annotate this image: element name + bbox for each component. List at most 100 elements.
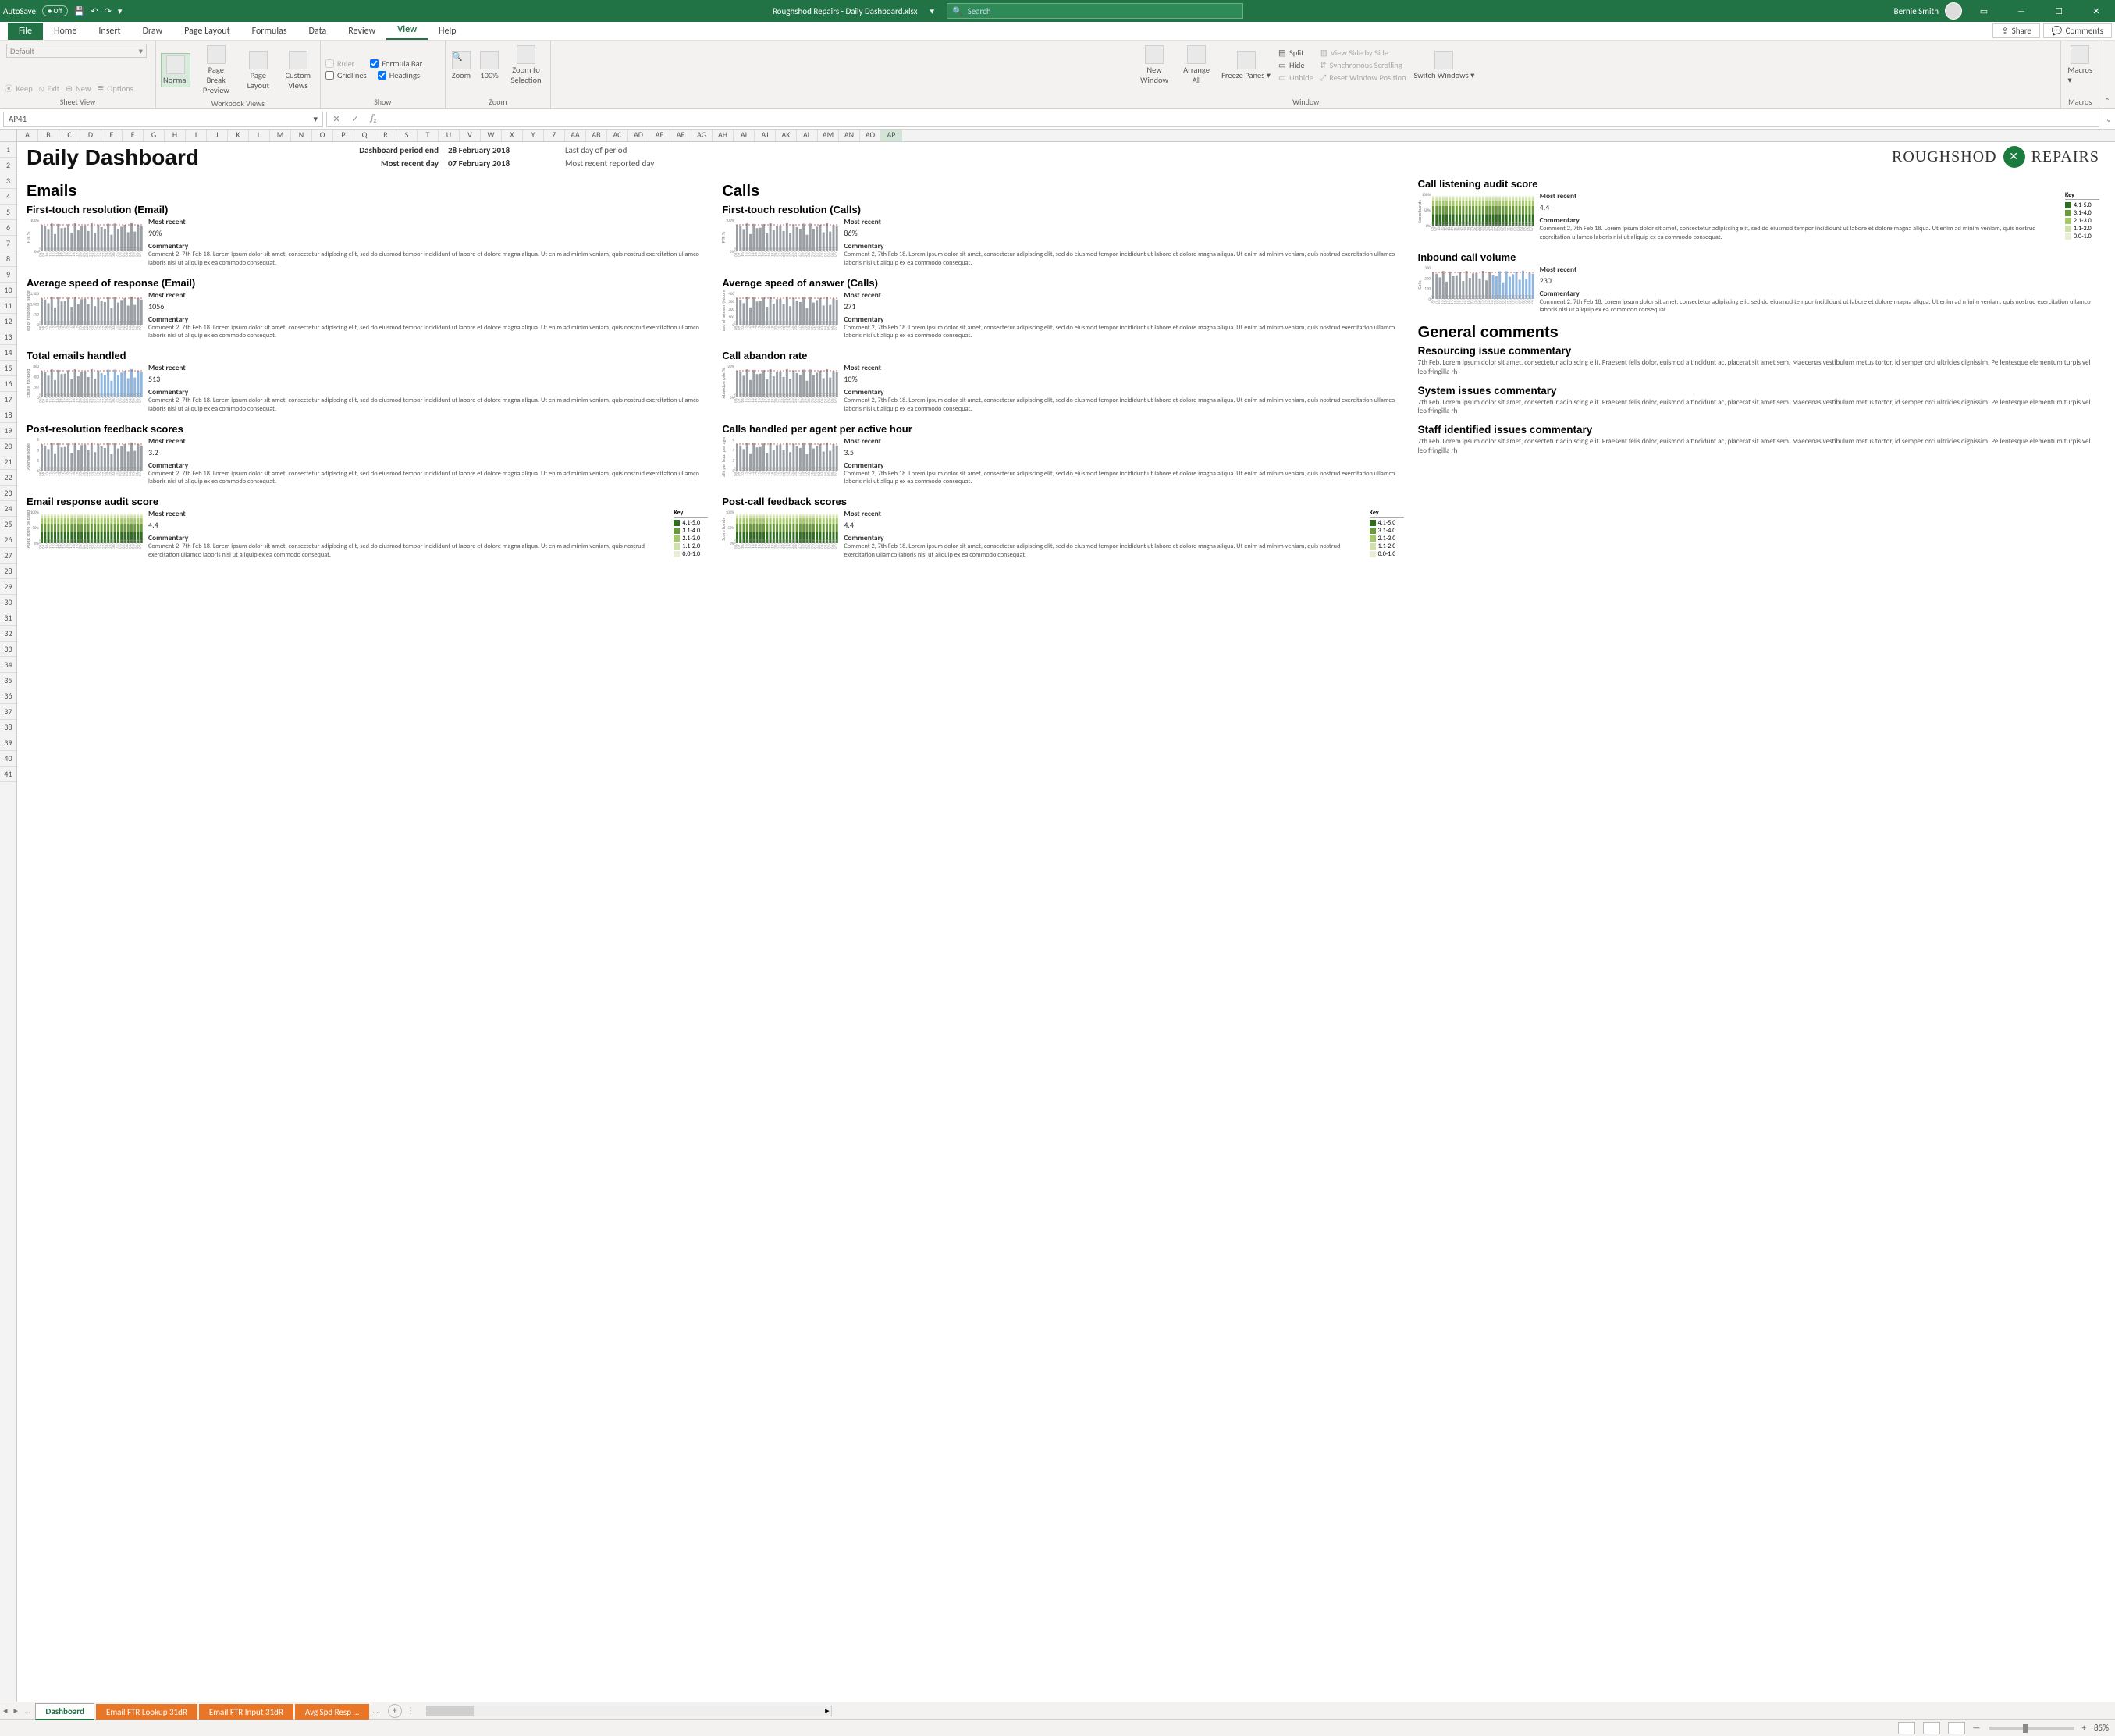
row-13[interactable]: 13	[0, 329, 16, 345]
col-V[interactable]: V	[460, 130, 481, 141]
save-icon[interactable]: 💾	[74, 6, 85, 16]
autosave-toggle[interactable]: ● Off	[42, 5, 68, 16]
sheet-tab-dashboard[interactable]: Dashboard	[35, 1703, 94, 1720]
macros-button[interactable]: Macros▾	[2066, 44, 2094, 87]
row-31[interactable]: 31	[0, 610, 16, 626]
tab-page-layout[interactable]: Page Layout	[173, 23, 240, 40]
row-17[interactable]: 17	[0, 392, 16, 407]
close-icon[interactable]: ✕	[2081, 0, 2112, 22]
row-12[interactable]: 12	[0, 314, 16, 329]
row-headers[interactable]: 1234567891011121314151617181920212223242…	[0, 142, 17, 1702]
tab-formulas[interactable]: Formulas	[241, 23, 298, 40]
row-25[interactable]: 25	[0, 517, 16, 532]
custom-views-button[interactable]: Custom Views	[281, 49, 315, 92]
col-S[interactable]: S	[396, 130, 418, 141]
sheet-view-default-dropdown[interactable]: Default▾	[6, 44, 147, 58]
col-F[interactable]: F	[123, 130, 144, 141]
col-O[interactable]: O	[312, 130, 333, 141]
row-29[interactable]: 29	[0, 579, 16, 595]
col-AF[interactable]: AF	[670, 130, 691, 141]
sheet-tab-ftr-lookup[interactable]: Email FTR Lookup 31dR	[96, 1704, 197, 1720]
row-33[interactable]: 33	[0, 642, 16, 657]
redo-icon[interactable]: ↷	[105, 6, 112, 16]
name-box[interactable]: AP41▾	[3, 112, 323, 127]
tab-data[interactable]: Data	[298, 23, 338, 40]
search-box[interactable]: 🔍 Search	[947, 3, 1243, 19]
maximize-icon[interactable]: ☐	[2043, 0, 2074, 22]
page-break-preview-button[interactable]: Page Break Preview	[197, 44, 236, 97]
row-5[interactable]: 5	[0, 205, 16, 220]
col-W[interactable]: W	[481, 130, 502, 141]
col-AL[interactable]: AL	[797, 130, 818, 141]
col-AM[interactable]: AM	[818, 130, 839, 141]
col-D[interactable]: D	[80, 130, 101, 141]
tab-help[interactable]: Help	[428, 23, 467, 40]
view-page-layout-icon[interactable]	[1923, 1722, 1940, 1734]
sheet-tab-overflow[interactable]: …	[369, 1706, 382, 1716]
row-3[interactable]: 3	[0, 173, 16, 189]
col-N[interactable]: N	[291, 130, 312, 141]
view-normal-icon[interactable]	[1898, 1722, 1915, 1734]
zoom-out-icon[interactable]: —	[1973, 1723, 1981, 1733]
arrange-all-button[interactable]: Arrange All	[1179, 44, 1214, 87]
col-T[interactable]: T	[418, 130, 439, 141]
tab-home[interactable]: Home	[43, 23, 87, 40]
col-X[interactable]: X	[502, 130, 523, 141]
tab-view[interactable]: View	[386, 21, 428, 40]
normal-view-button[interactable]: Normal	[161, 53, 190, 87]
row-6[interactable]: 6	[0, 220, 16, 236]
collapse-ribbon-icon[interactable]: ˄	[2099, 41, 2115, 108]
select-all-corner[interactable]	[0, 130, 17, 142]
col-R[interactable]: R	[375, 130, 396, 141]
col-AO[interactable]: AO	[860, 130, 881, 141]
col-E[interactable]: E	[101, 130, 123, 141]
row-11[interactable]: 11	[0, 298, 16, 314]
comments-button[interactable]: 💬Comments	[2043, 23, 2112, 38]
zoom-to-selection-button[interactable]: Zoom to Selection	[507, 44, 546, 87]
row-41[interactable]: 41	[0, 767, 16, 782]
sheet-nav-prev-icon[interactable]: ◂	[0, 1706, 11, 1716]
formula-bar-checkbox[interactable]: Formula Bar	[370, 58, 422, 69]
sheet-nav-more[interactable]: ...	[21, 1706, 34, 1716]
zoom-button[interactable]: 🔍Zoom	[450, 49, 472, 82]
expand-formula-bar-icon[interactable]: ⌄	[2103, 114, 2115, 124]
row-21[interactable]: 21	[0, 454, 16, 470]
col-P[interactable]: P	[333, 130, 354, 141]
col-AK[interactable]: AK	[776, 130, 797, 141]
row-2[interactable]: 2	[0, 158, 16, 173]
col-AP[interactable]: AP	[881, 130, 902, 141]
zoom-in-icon[interactable]: +	[2082, 1723, 2086, 1733]
switch-windows-button[interactable]: Switch Windows ▾	[1413, 49, 1477, 82]
row-38[interactable]: 38	[0, 720, 16, 735]
row-36[interactable]: 36	[0, 688, 16, 704]
minimize-icon[interactable]: —	[2006, 0, 2037, 22]
col-Q[interactable]: Q	[354, 130, 375, 141]
fx-icon[interactable]: fx	[364, 112, 383, 125]
row-16[interactable]: 16	[0, 376, 16, 392]
col-Z[interactable]: Z	[544, 130, 565, 141]
share-button[interactable]: ⇪Share	[1992, 23, 2039, 38]
row-10[interactable]: 10	[0, 283, 16, 298]
gridlines-checkbox[interactable]: Gridlines	[325, 69, 367, 81]
row-32[interactable]: 32	[0, 626, 16, 642]
col-Y[interactable]: Y	[523, 130, 544, 141]
row-35[interactable]: 35	[0, 673, 16, 688]
row-14[interactable]: 14	[0, 345, 16, 361]
col-AA[interactable]: AA	[565, 130, 586, 141]
col-C[interactable]: C	[59, 130, 80, 141]
row-9[interactable]: 9	[0, 267, 16, 283]
row-19[interactable]: 19	[0, 423, 16, 439]
col-L[interactable]: L	[249, 130, 270, 141]
col-AG[interactable]: AG	[691, 130, 713, 141]
col-AH[interactable]: AH	[713, 130, 734, 141]
split-button[interactable]: ▤ Split	[1278, 47, 1313, 59]
tab-review[interactable]: Review	[337, 23, 386, 40]
view-page-break-icon[interactable]	[1948, 1722, 1965, 1734]
row-39[interactable]: 39	[0, 735, 16, 751]
headings-checkbox[interactable]: Headings	[378, 69, 420, 81]
row-20[interactable]: 20	[0, 439, 16, 454]
new-window-button[interactable]: New Window	[1136, 44, 1173, 87]
col-AN[interactable]: AN	[839, 130, 860, 141]
row-24[interactable]: 24	[0, 501, 16, 517]
col-A[interactable]: A	[17, 130, 38, 141]
